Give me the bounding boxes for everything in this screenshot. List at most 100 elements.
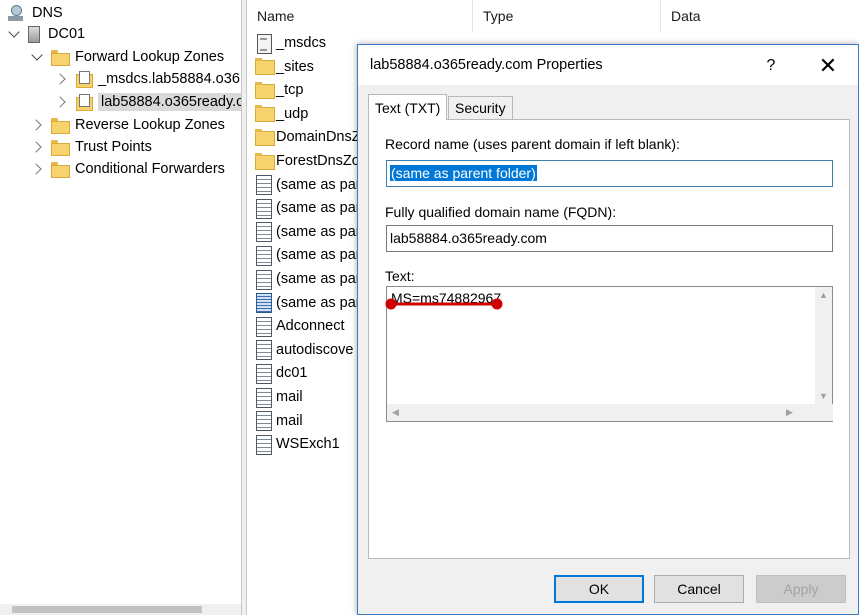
record-name-label: Record name (uses parent domain if left …: [385, 136, 680, 152]
scrollbar-thumb[interactable]: [12, 606, 202, 613]
column-header-type[interactable]: Type: [473, 0, 661, 32]
scroll-right-icon[interactable]: ▶: [781, 404, 798, 421]
tab-panel: Record name (uses parent domain if left …: [368, 119, 850, 559]
tree-node-label: Forward Lookup Zones: [75, 49, 225, 65]
tree-horizontal-scrollbar[interactable]: [0, 604, 241, 615]
ok-button[interactable]: OK: [554, 575, 644, 603]
list-item[interactable]: Adconnect: [255, 315, 345, 337]
list-item-name: _sites: [276, 58, 314, 75]
record-icon: [255, 269, 272, 290]
record-icon: [255, 198, 272, 219]
column-header-name[interactable]: Name: [247, 0, 473, 32]
list-item[interactable]: mail: [255, 410, 303, 432]
list-item[interactable]: (same as par: [255, 221, 361, 243]
folder-icon: [51, 50, 70, 66]
folder-icon: [51, 162, 70, 178]
list-item[interactable]: _msdcs: [255, 32, 326, 54]
tree-node-label: Reverse Lookup Zones: [75, 117, 225, 133]
column-header-data[interactable]: Data: [661, 0, 859, 32]
record-icon: [255, 175, 272, 196]
record-selected-icon: [255, 293, 272, 314]
list-item[interactable]: (same as par: [255, 268, 361, 290]
list-item[interactable]: dc01: [255, 362, 307, 384]
apply-button[interactable]: Apply: [756, 575, 846, 603]
list-item-name: DomainDnsZ: [276, 129, 361, 146]
fqdn-label: Fully qualified domain name (FQDN):: [385, 204, 617, 220]
record-name-field[interactable]: (same as parent folder): [386, 160, 833, 187]
fqdn-field[interactable]: lab58884.o365ready.com: [386, 225, 833, 252]
zone-icon: [75, 93, 93, 111]
list-item-name: _tcp: [276, 82, 304, 99]
tree-node-label: Trust Points: [75, 139, 152, 155]
server-icon: [28, 25, 40, 43]
scroll-down-icon[interactable]: ▼: [815, 388, 832, 405]
record-icon: [255, 387, 272, 408]
text-vertical-scrollbar[interactable]: ▲ ▼: [815, 287, 832, 405]
list-item[interactable]: (same as par: [255, 244, 361, 266]
list-item-name: ForestDnsZo: [276, 153, 360, 169]
chevron-right-icon[interactable]: [55, 72, 69, 86]
console-tree: DNS DC01 Forward Lookup Zones _msdcs.lab…: [0, 0, 241, 615]
list-item-name: _msdcs: [276, 35, 326, 51]
fqdn-value: lab58884.o365ready.com: [390, 230, 547, 246]
list-item-name: (same as par: [276, 294, 361, 311]
chevron-right-icon[interactable]: [31, 162, 45, 176]
list-item[interactable]: _udp: [255, 103, 308, 125]
list-item-name: mail: [276, 389, 303, 405]
list-item[interactable]: _sites: [255, 56, 314, 78]
list-item[interactable]: mail: [255, 386, 303, 408]
dialog-titlebar[interactable]: lab58884.o365ready.com Properties ? ✕: [358, 45, 858, 85]
list-item-name: dc01: [276, 365, 308, 382]
record-icon: [255, 363, 272, 384]
tab-security[interactable]: Security: [448, 96, 513, 119]
chevron-down-icon[interactable]: [31, 50, 45, 64]
tree-node-zone-main[interactable]: lab58884.o365ready.c: [55, 91, 241, 113]
scroll-up-icon[interactable]: ▲: [815, 287, 832, 304]
list-item[interactable]: (same as par: [255, 292, 361, 314]
scroll-left-icon[interactable]: ◀: [387, 404, 404, 421]
list-item[interactable]: (same as par: [255, 197, 361, 219]
record-icon: [255, 245, 272, 266]
tree-node-label: _msdcs.lab58884.o36: [98, 71, 240, 87]
dialog-title: lab58884.o365ready.com Properties: [370, 57, 603, 73]
text-horizontal-scrollbar[interactable]: ◀ ▶: [387, 404, 833, 421]
tree-node-label: Conditional Forwarders: [75, 161, 225, 177]
list-item-name: mail: [276, 412, 303, 429]
tab-text-txt[interactable]: Text (TXT): [368, 94, 448, 120]
list-item[interactable]: autodiscove: [255, 339, 353, 361]
chevron-right-icon[interactable]: [31, 140, 45, 154]
record-icon: [255, 340, 272, 361]
tree-node-label: DNS: [32, 5, 63, 21]
list-item-name: (same as par: [276, 176, 361, 193]
chevron-right-icon[interactable]: [31, 118, 45, 132]
text-value-area[interactable]: MS=ms74882967 ▲ ▼ ◀ ▶: [386, 286, 833, 422]
close-icon[interactable]: ✕: [813, 53, 843, 79]
zone-icon: [75, 70, 93, 88]
tree-node-reverse-lookup-zones[interactable]: Reverse Lookup Zones: [31, 114, 225, 136]
dns-icon: [8, 4, 24, 22]
tree-node-zone-msdcs[interactable]: _msdcs.lab58884.o36: [55, 68, 240, 90]
help-button[interactable]: ?: [758, 53, 784, 79]
folder-icon: [51, 140, 70, 156]
list-item[interactable]: (same as par: [255, 174, 361, 196]
tree-node-forward-lookup-zones[interactable]: Forward Lookup Zones: [31, 46, 224, 68]
cancel-button[interactable]: Cancel: [654, 575, 744, 603]
chevron-down-icon[interactable]: [8, 27, 22, 41]
list-item[interactable]: _tcp: [255, 79, 303, 101]
tree-node-dns[interactable]: DNS: [8, 2, 63, 24]
tree-node-label: lab58884.o365ready.c: [98, 93, 241, 111]
list-item[interactable]: DomainDnsZ: [255, 126, 361, 148]
chevron-right-icon[interactable]: [55, 95, 69, 109]
folder-icon: [255, 81, 275, 100]
list-item-name: (same as par: [276, 247, 361, 264]
folder-icon: [255, 128, 275, 147]
tree-node-trust-points[interactable]: Trust Points: [31, 136, 152, 158]
record-icon: [255, 434, 272, 455]
tree-node-server[interactable]: DC01: [8, 23, 85, 45]
list-item[interactable]: ForestDnsZo: [255, 150, 360, 172]
text-label: Text:: [385, 268, 415, 284]
list-item[interactable]: WSExch1: [255, 433, 340, 455]
text-value: MS=ms74882967: [391, 290, 502, 306]
list-item-name: (same as par: [276, 271, 361, 287]
tree-node-conditional-forwarders[interactable]: Conditional Forwarders: [31, 158, 225, 180]
